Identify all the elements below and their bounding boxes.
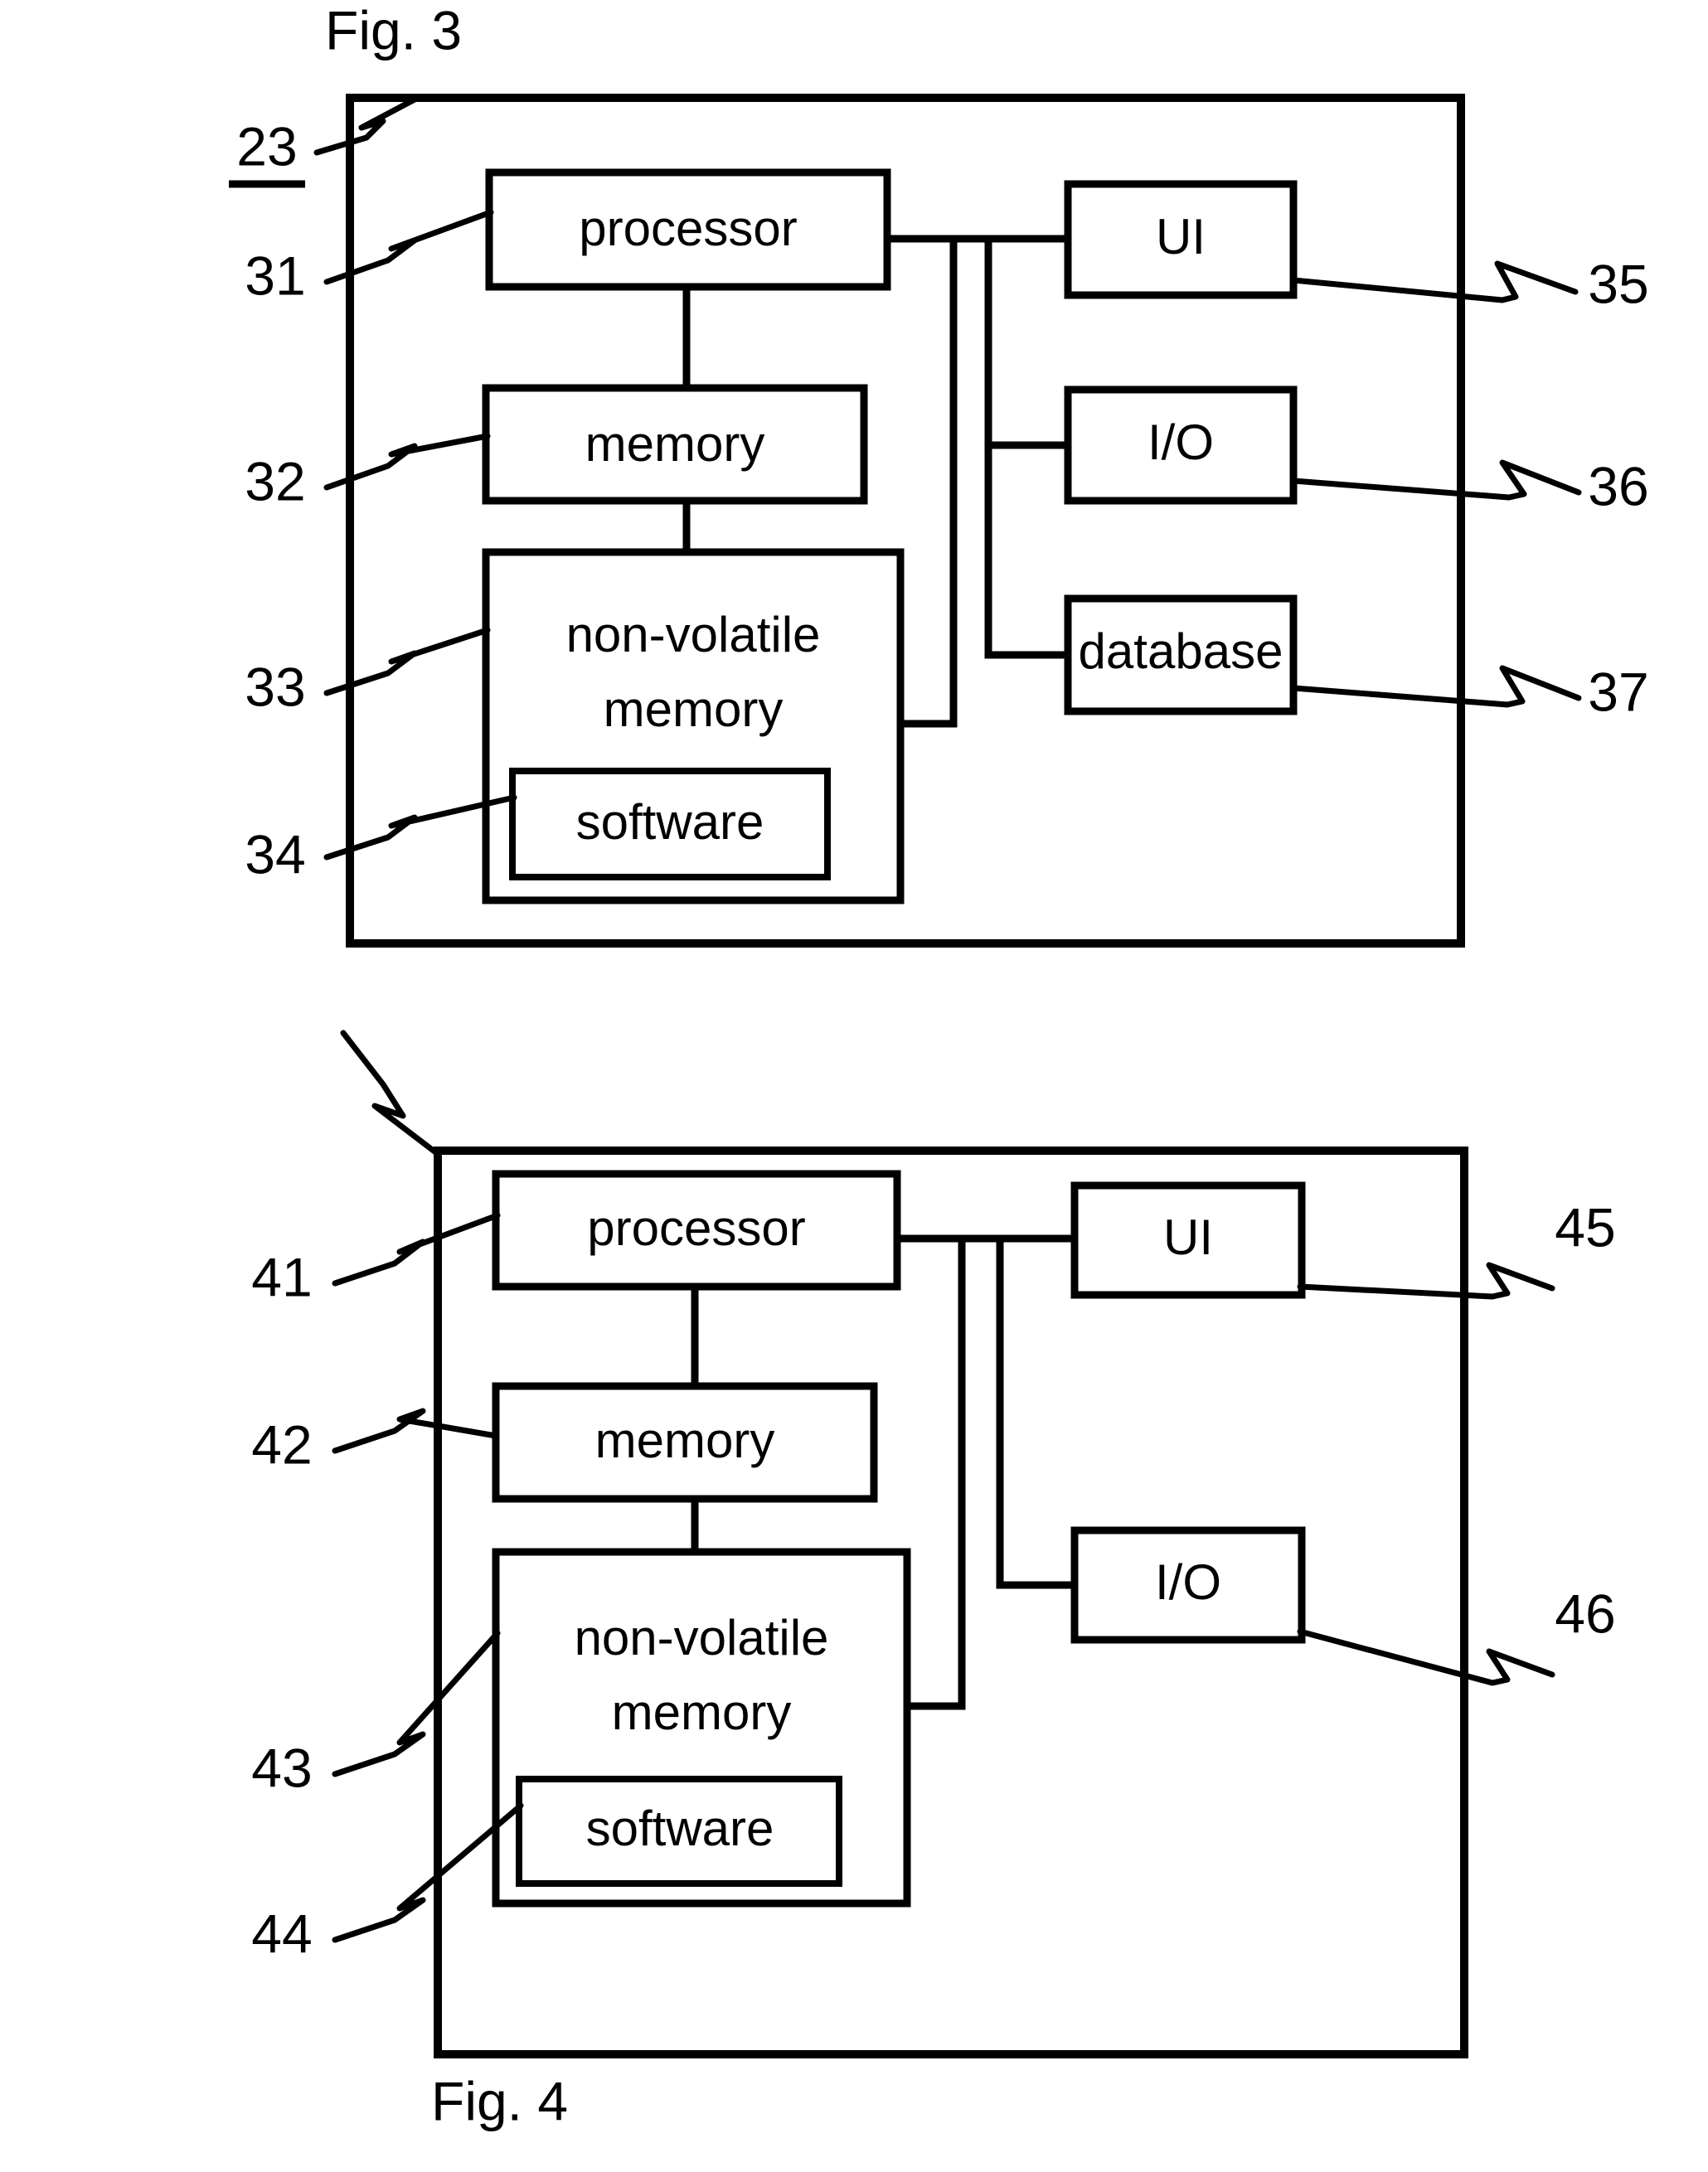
fig4-ref-21-25: 21,25 xyxy=(340,1030,441,1157)
fig3-block-ui: UI xyxy=(1064,180,1298,299)
fig3-nvm-label-line2: memory xyxy=(604,681,784,737)
fig3-ref-23-text: 23 xyxy=(236,115,297,177)
fig4-ref-43-leader xyxy=(332,1630,501,1777)
fig4-ref-43-text: 43 xyxy=(251,1737,312,1798)
fig4-ref-44: 44 xyxy=(251,1802,524,1964)
fig3-block-software: software xyxy=(509,768,831,880)
fig3-memory-label: memory xyxy=(585,416,765,472)
fig3-ref-37: 37 xyxy=(1290,661,1649,722)
fig3-ref-37-text: 37 xyxy=(1588,661,1648,722)
fig3-ref-31: 31 xyxy=(245,209,494,306)
fig3-ref-32-text: 32 xyxy=(245,450,305,511)
fig3-ref-34: 34 xyxy=(245,794,517,885)
fig4-software-label: software xyxy=(586,1801,774,1856)
fig4-block-ui: UI xyxy=(1070,1181,1306,1299)
fig4-ref-42-text: 42 xyxy=(251,1413,312,1475)
fig3-software-label: software xyxy=(576,794,764,850)
fig3-io-label: I/O xyxy=(1148,415,1214,470)
fig4-bus-inner xyxy=(907,1239,966,1710)
fig4-ref-41: 41 xyxy=(251,1212,501,1307)
fig4-ref-41-text: 41 xyxy=(251,1246,312,1307)
fig3-ref-23: 23 xyxy=(229,96,418,188)
fig4-ref-42-leader xyxy=(332,1408,499,1454)
fig4-ref-assembly-leader xyxy=(340,1030,441,1157)
fig4-ref-46-leader xyxy=(1297,1628,1555,1686)
fig3-ref-35-text: 35 xyxy=(1588,253,1648,314)
fig4-ref-46: 46 xyxy=(1297,1583,1616,1686)
fig4-memory-label: memory xyxy=(595,1413,775,1468)
fig3-ref-23-leader xyxy=(313,96,418,156)
fig4-block-processor: processor xyxy=(492,1170,901,1291)
fig4-ref-46-text: 46 xyxy=(1555,1583,1615,1644)
fig3-processor-label: processor xyxy=(579,201,797,256)
fig3-ref-36-leader xyxy=(1290,459,1582,501)
fig4-ref-45-leader xyxy=(1297,1262,1555,1300)
fig3-ref-34-text: 34 xyxy=(245,823,305,885)
fig3-block-database: database xyxy=(1064,594,1298,715)
fig4-caption: Fig. 4 xyxy=(431,2070,568,2131)
fig3-database-label: database xyxy=(1079,623,1283,679)
fig3-ref-33: 33 xyxy=(245,627,491,717)
fig4-block-memory: memory xyxy=(492,1382,878,1503)
fig3-ref-33-text: 33 xyxy=(245,656,305,717)
fig3-caption: Fig. 3 xyxy=(325,0,462,61)
fig3-block-memory: memory xyxy=(482,384,868,505)
fig3-ref-35: 35 xyxy=(1290,253,1649,314)
fig3-ref-36-text: 36 xyxy=(1588,455,1648,516)
fig4-ref-41-leader xyxy=(332,1212,501,1287)
figure-4: processor memory non-volatile memory sof… xyxy=(251,1030,1616,2131)
fig4-io-label: I/O xyxy=(1155,1554,1221,1610)
fig3-ref-37-leader xyxy=(1290,665,1582,708)
fig3-ref-32: 32 xyxy=(245,433,491,511)
fig3-nvm-label-line1: non-volatile xyxy=(566,607,821,662)
fig3-block-non-volatile-memory: non-volatile memory software xyxy=(482,548,905,904)
fig4-block-io: I/O xyxy=(1070,1526,1306,1644)
fig4-nvm-label-line1: non-volatile xyxy=(575,1610,829,1665)
fig3-bus-inner xyxy=(900,239,958,728)
fig3-ui-label: UI xyxy=(1156,209,1206,264)
fig3-ref-36: 36 xyxy=(1290,455,1649,516)
fig4-processor-label: processor xyxy=(587,1200,805,1256)
fig4-ref-45: 45 xyxy=(1297,1196,1616,1300)
fig4-ref-45-text: 45 xyxy=(1555,1196,1615,1258)
fig4-ui-label: UI xyxy=(1163,1210,1213,1265)
fig3-ref-31-text: 31 xyxy=(245,245,305,306)
fig4-ref-44-text: 44 xyxy=(251,1903,312,1964)
fig4-ref-43: 43 xyxy=(251,1630,501,1798)
fig4-nvm-label-line2: memory xyxy=(612,1685,792,1740)
fig3-ref-35-leader xyxy=(1290,260,1579,303)
fig3-block-io: I/O xyxy=(1064,385,1298,505)
fig4-bus-outer xyxy=(996,1239,1075,1589)
patent-drawing-sheet: Fig. 3 processor memory non-volatile mem… xyxy=(0,0,1708,2172)
fig4-block-non-volatile-memory: non-volatile memory software xyxy=(492,1548,911,1908)
figure-3: Fig. 3 processor memory non-volatile mem… xyxy=(229,0,1649,948)
fig3-block-processor: processor xyxy=(485,168,891,291)
fig4-block-software: software xyxy=(516,1776,842,1887)
fig4-ref-42: 42 xyxy=(251,1408,499,1475)
